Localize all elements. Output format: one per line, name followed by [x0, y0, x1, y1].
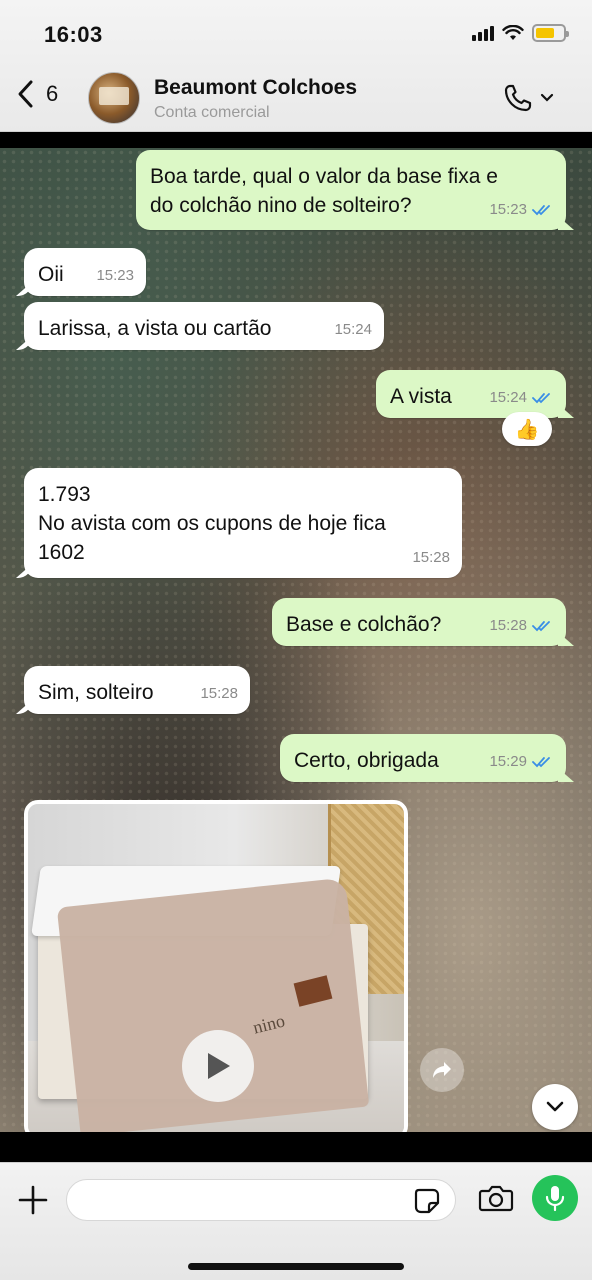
wifi-icon — [502, 25, 524, 40]
home-indicator — [188, 1263, 404, 1270]
microphone-icon — [545, 1186, 565, 1212]
scroll-down-button[interactable] — [532, 1084, 578, 1130]
forward-icon — [433, 1062, 451, 1078]
message-time: 15:24 — [489, 389, 527, 406]
message-text: Larissa, a vista ou cartão — [38, 317, 272, 340]
read-receipt-icon — [532, 756, 550, 767]
call-button[interactable] — [502, 82, 554, 114]
back-button[interactable]: 6 — [16, 78, 58, 110]
message-time: 15:23 — [489, 201, 527, 218]
thumbs-up-reaction[interactable]: 👍 — [502, 412, 552, 446]
chevron-down-icon — [546, 1101, 564, 1112]
play-button[interactable] — [182, 1030, 254, 1102]
message-time: 15:28 — [412, 549, 450, 566]
camera-icon — [478, 1185, 514, 1212]
read-receipt-icon — [532, 204, 550, 215]
read-receipt-icon — [532, 620, 550, 631]
read-receipt-icon — [532, 392, 550, 403]
phone-icon — [504, 84, 532, 112]
microphone-button[interactable] — [532, 1175, 578, 1221]
attach-button[interactable] — [16, 1183, 50, 1222]
plus-icon — [18, 1185, 48, 1215]
message-time: 15:24 — [334, 321, 372, 338]
chat-header: 6 Beaumont Colchoes Conta comercial — [0, 70, 592, 128]
chevron-left-icon — [18, 80, 33, 108]
cellular-signal-icon — [472, 25, 494, 41]
message-meta: 15:24 — [489, 383, 554, 412]
message-time: 15:29 — [489, 753, 527, 770]
message-bubble[interactable]: Boa tarde, qual o valor da base fixa e d… — [136, 150, 566, 230]
video-message[interactable]: nino — [24, 800, 408, 1132]
unread-count: 6 — [46, 81, 59, 106]
message-time: 15:28 — [489, 617, 527, 634]
status-time: 16:03 — [44, 22, 103, 47]
message-meta: 15:23 — [96, 261, 134, 290]
message-bubble[interactable]: 1.793 No avista com os cupons de hoje fi… — [24, 468, 462, 578]
camera-button[interactable] — [478, 1183, 514, 1218]
message-bubble[interactable]: Larissa, a vista ou cartão 15:24 — [24, 302, 384, 350]
message-meta: 15:28 — [489, 611, 554, 640]
contact-name[interactable]: Beaumont Colchoes — [154, 76, 357, 100]
chevron-down-icon — [540, 93, 554, 102]
message-meta: 15:28 — [412, 543, 450, 572]
message-text: 1.793 No avista com os cupons de hoje fi… — [38, 483, 386, 564]
message-meta: 15:28 — [200, 679, 238, 708]
play-icon — [208, 1053, 230, 1079]
sticker-icon — [414, 1188, 440, 1214]
avatar[interactable] — [88, 72, 140, 124]
message-bubble[interactable]: Sim, solteiro 15:28 — [24, 666, 250, 714]
battery-icon — [532, 24, 569, 42]
message-time: 15:28 — [200, 685, 238, 702]
message-input[interactable] — [66, 1179, 456, 1221]
input-bar — [0, 1162, 592, 1280]
message-meta: 15:23 — [489, 195, 554, 224]
contact-subtitle: Conta comercial — [154, 104, 270, 121]
message-time: 15:23 — [96, 267, 134, 284]
sticker-button[interactable] — [413, 1187, 441, 1220]
message-bubble[interactable]: A vista 15:24 — [376, 370, 566, 418]
message-bubble[interactable]: Certo, obrigada 15:29 — [280, 734, 566, 782]
top-bar: 16:03 6 Beaumont Colchoes Conta comercia… — [0, 0, 592, 132]
chat-area[interactable]: Boa tarde, qual o valor da base fixa e d… — [0, 148, 592, 1132]
message-bubble[interactable]: Base e colchão? 15:28 — [272, 598, 566, 646]
message-meta: 15:29 — [489, 747, 554, 776]
message-bubble[interactable]: Oii 15:23 — [24, 248, 146, 296]
forward-button[interactable] — [420, 1048, 464, 1092]
message-meta: 15:24 — [334, 315, 372, 344]
status-icons — [472, 24, 569, 42]
